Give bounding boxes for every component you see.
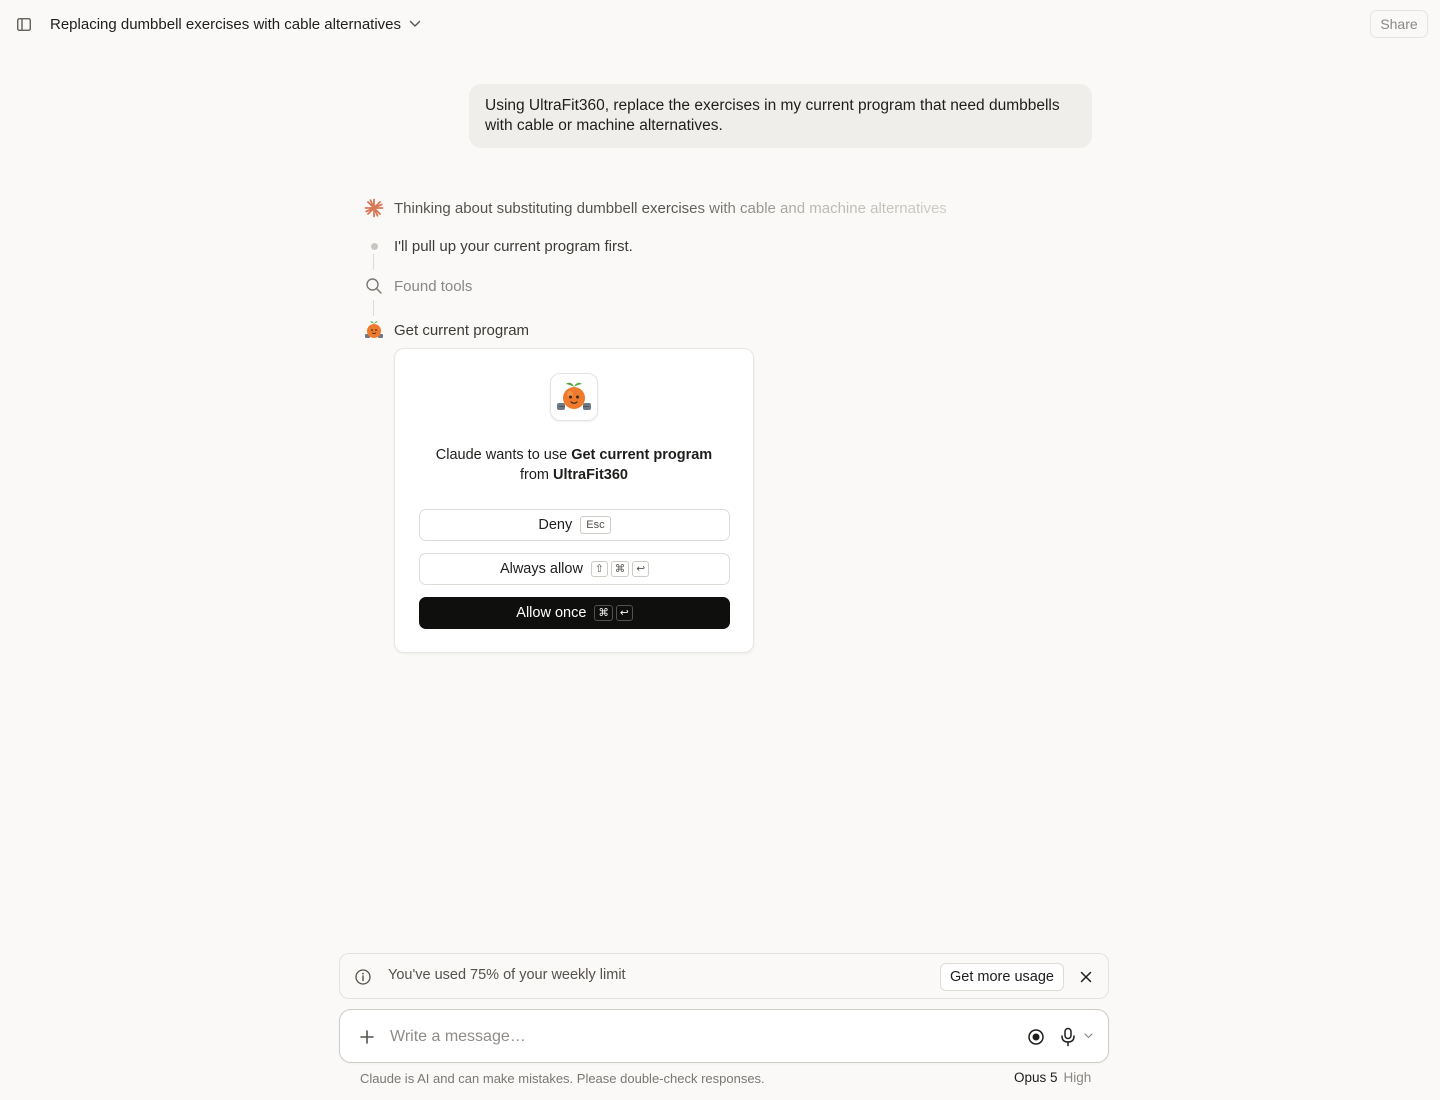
return-key-icon: ↩ (615, 605, 633, 621)
deny-label: Deny (538, 517, 573, 533)
always-allow-label: Always allow (499, 561, 583, 577)
ultrafit-app-logo (550, 373, 598, 421)
top-bar: Replacing dumbbell exercises with cable … (0, 0, 1440, 48)
permission-mid: from (520, 467, 554, 483)
assistant-step: I'll pull up your current program first. (362, 234, 633, 258)
allow-once-label: Allow once (516, 605, 587, 621)
thinking-row[interactable]: Thinking about substituting dumbbell exe… (362, 196, 947, 220)
ultrafit-mascot-icon (362, 318, 386, 342)
permission-app-name: UltraFit360 (553, 467, 628, 483)
search-icon (362, 274, 386, 298)
record-icon[interactable] (1026, 1027, 1046, 1047)
model-effort: High (1063, 1070, 1092, 1085)
usage-limit-text: You've used 75% of your weekly limit (388, 967, 626, 983)
allow-once-shortcut: ⌘ ↩ (594, 605, 633, 621)
allow-once-button[interactable]: Allow once ⌘ ↩ (419, 597, 730, 629)
ai-disclaimer: Claude is AI and can make mistakes. Plea… (360, 1071, 765, 1086)
model-selector[interactable]: Opus 5 High (1014, 1070, 1091, 1085)
message-composer (339, 1009, 1109, 1063)
permission-card: Claude wants to use Get current program … (394, 348, 754, 653)
model-name: Opus 5 (1014, 1070, 1058, 1085)
info-icon (354, 968, 372, 986)
user-message: Using UltraFit360, replace the exercises… (469, 84, 1092, 148)
chevron-down-icon[interactable] (1083, 1031, 1093, 1041)
found-tools-row[interactable]: Found tools (362, 274, 472, 298)
always-allow-shortcut: ⇧ ⌘ ↩ (590, 561, 650, 577)
permission-tool-name: Get current program (571, 447, 713, 463)
tool-call-row[interactable]: Get current program (362, 318, 529, 342)
found-tools-label: Found tools (394, 277, 473, 295)
message-input[interactable] (390, 1024, 990, 1050)
chevron-down-icon (409, 15, 421, 33)
close-icon[interactable] (1077, 968, 1095, 986)
tool-call-label: Get current program (394, 321, 530, 339)
claude-spark-icon (362, 196, 386, 220)
sidebar-toggle-icon[interactable] (14, 14, 34, 34)
always-allow-button[interactable]: Always allow ⇧ ⌘ ↩ (419, 553, 730, 585)
return-key-icon: ↩ (632, 561, 650, 577)
thinking-label: Thinking about substituting dumbbell exe… (394, 199, 947, 217)
permission-prefix: Claude wants to use (435, 447, 572, 463)
permission-prompt: Claude wants to use Get current program … (435, 445, 713, 485)
step-text: I'll pull up your current program first. (394, 237, 633, 255)
command-key-icon: ⌘ (594, 605, 613, 621)
get-more-usage-button[interactable]: Get more usage (940, 963, 1064, 991)
conversation-title: Replacing dumbbell exercises with cable … (50, 15, 402, 33)
share-button[interactable]: Share (1370, 10, 1428, 38)
microphone-icon[interactable] (1058, 1026, 1078, 1048)
shift-key-icon: ⇧ (590, 561, 608, 577)
esc-key-hint: Esc (580, 516, 611, 534)
timeline-dot-icon (362, 234, 386, 258)
command-key-icon: ⌘ (610, 561, 630, 577)
plus-icon[interactable] (357, 1027, 377, 1047)
conversation-title-menu[interactable]: Replacing dumbbell exercises with cable … (50, 14, 421, 34)
deny-button[interactable]: Deny Esc (419, 509, 730, 541)
usage-limit-banner: You've used 75% of your weekly limit Get… (339, 953, 1109, 999)
timeline-connector (373, 300, 374, 316)
